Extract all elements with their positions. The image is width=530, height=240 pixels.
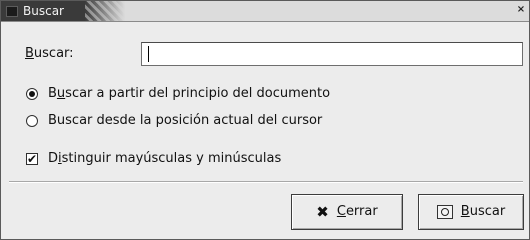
find-dialog: Buscar × Buscar: Buscar a partir del pri…: [0, 0, 530, 240]
label-part: D: [48, 151, 59, 166]
text-caret: [148, 46, 149, 62]
search-input[interactable]: [141, 42, 523, 66]
close-icon[interactable]: ×: [515, 4, 527, 16]
title-decoration: [85, 1, 125, 21]
close-button[interactable]: ✖ Cerrar: [291, 194, 403, 230]
button-separator: [9, 181, 523, 183]
search-label-text: uscar:: [33, 46, 74, 61]
radio-button[interactable]: [26, 115, 38, 127]
label-part: B: [48, 86, 57, 101]
label-part: uscar: [469, 204, 506, 219]
label-mnemonic: B: [460, 204, 470, 219]
radio-search-from-start-label: Buscar a partir del principio del docume…: [48, 85, 330, 103]
find-icon: [436, 205, 453, 219]
search-label: Buscar:: [25, 45, 74, 63]
label-part: errar: [345, 204, 378, 219]
label-mnemonic: u: [56, 86, 66, 101]
radio-search-from-cursor-label: Buscar desde la posición actual del curs…: [48, 113, 323, 128]
find-button-label: Buscar: [461, 204, 505, 220]
radio-search-from-start[interactable]: Buscar a partir del principio del docume…: [26, 85, 330, 103]
label-part: scar a partir del principio del document…: [65, 86, 331, 101]
label-part: stinguir mayúsculas y minúsculas: [61, 151, 282, 166]
find-button[interactable]: Buscar: [418, 194, 524, 230]
close-x-icon: ✖: [316, 203, 329, 221]
title-tab: Buscar: [1, 1, 85, 21]
radio-search-from-cursor[interactable]: Buscar desde la posición actual del curs…: [26, 112, 322, 130]
label-mnemonic: C: [336, 204, 346, 219]
window-menu-icon[interactable]: [6, 6, 18, 17]
match-case-label: Distinguir mayúsculas y minúsculas: [48, 150, 281, 168]
close-button-label: Cerrar: [337, 204, 378, 220]
title-bar[interactable]: Buscar ×: [1, 1, 529, 22]
window-title: Buscar: [23, 4, 64, 18]
search-label-mnemonic: B: [25, 46, 34, 61]
match-case-option[interactable]: ✔ Distinguir mayúsculas y minúsculas: [26, 150, 281, 168]
radio-button-selected[interactable]: [26, 88, 38, 100]
match-case-checkbox[interactable]: ✔: [26, 153, 38, 165]
